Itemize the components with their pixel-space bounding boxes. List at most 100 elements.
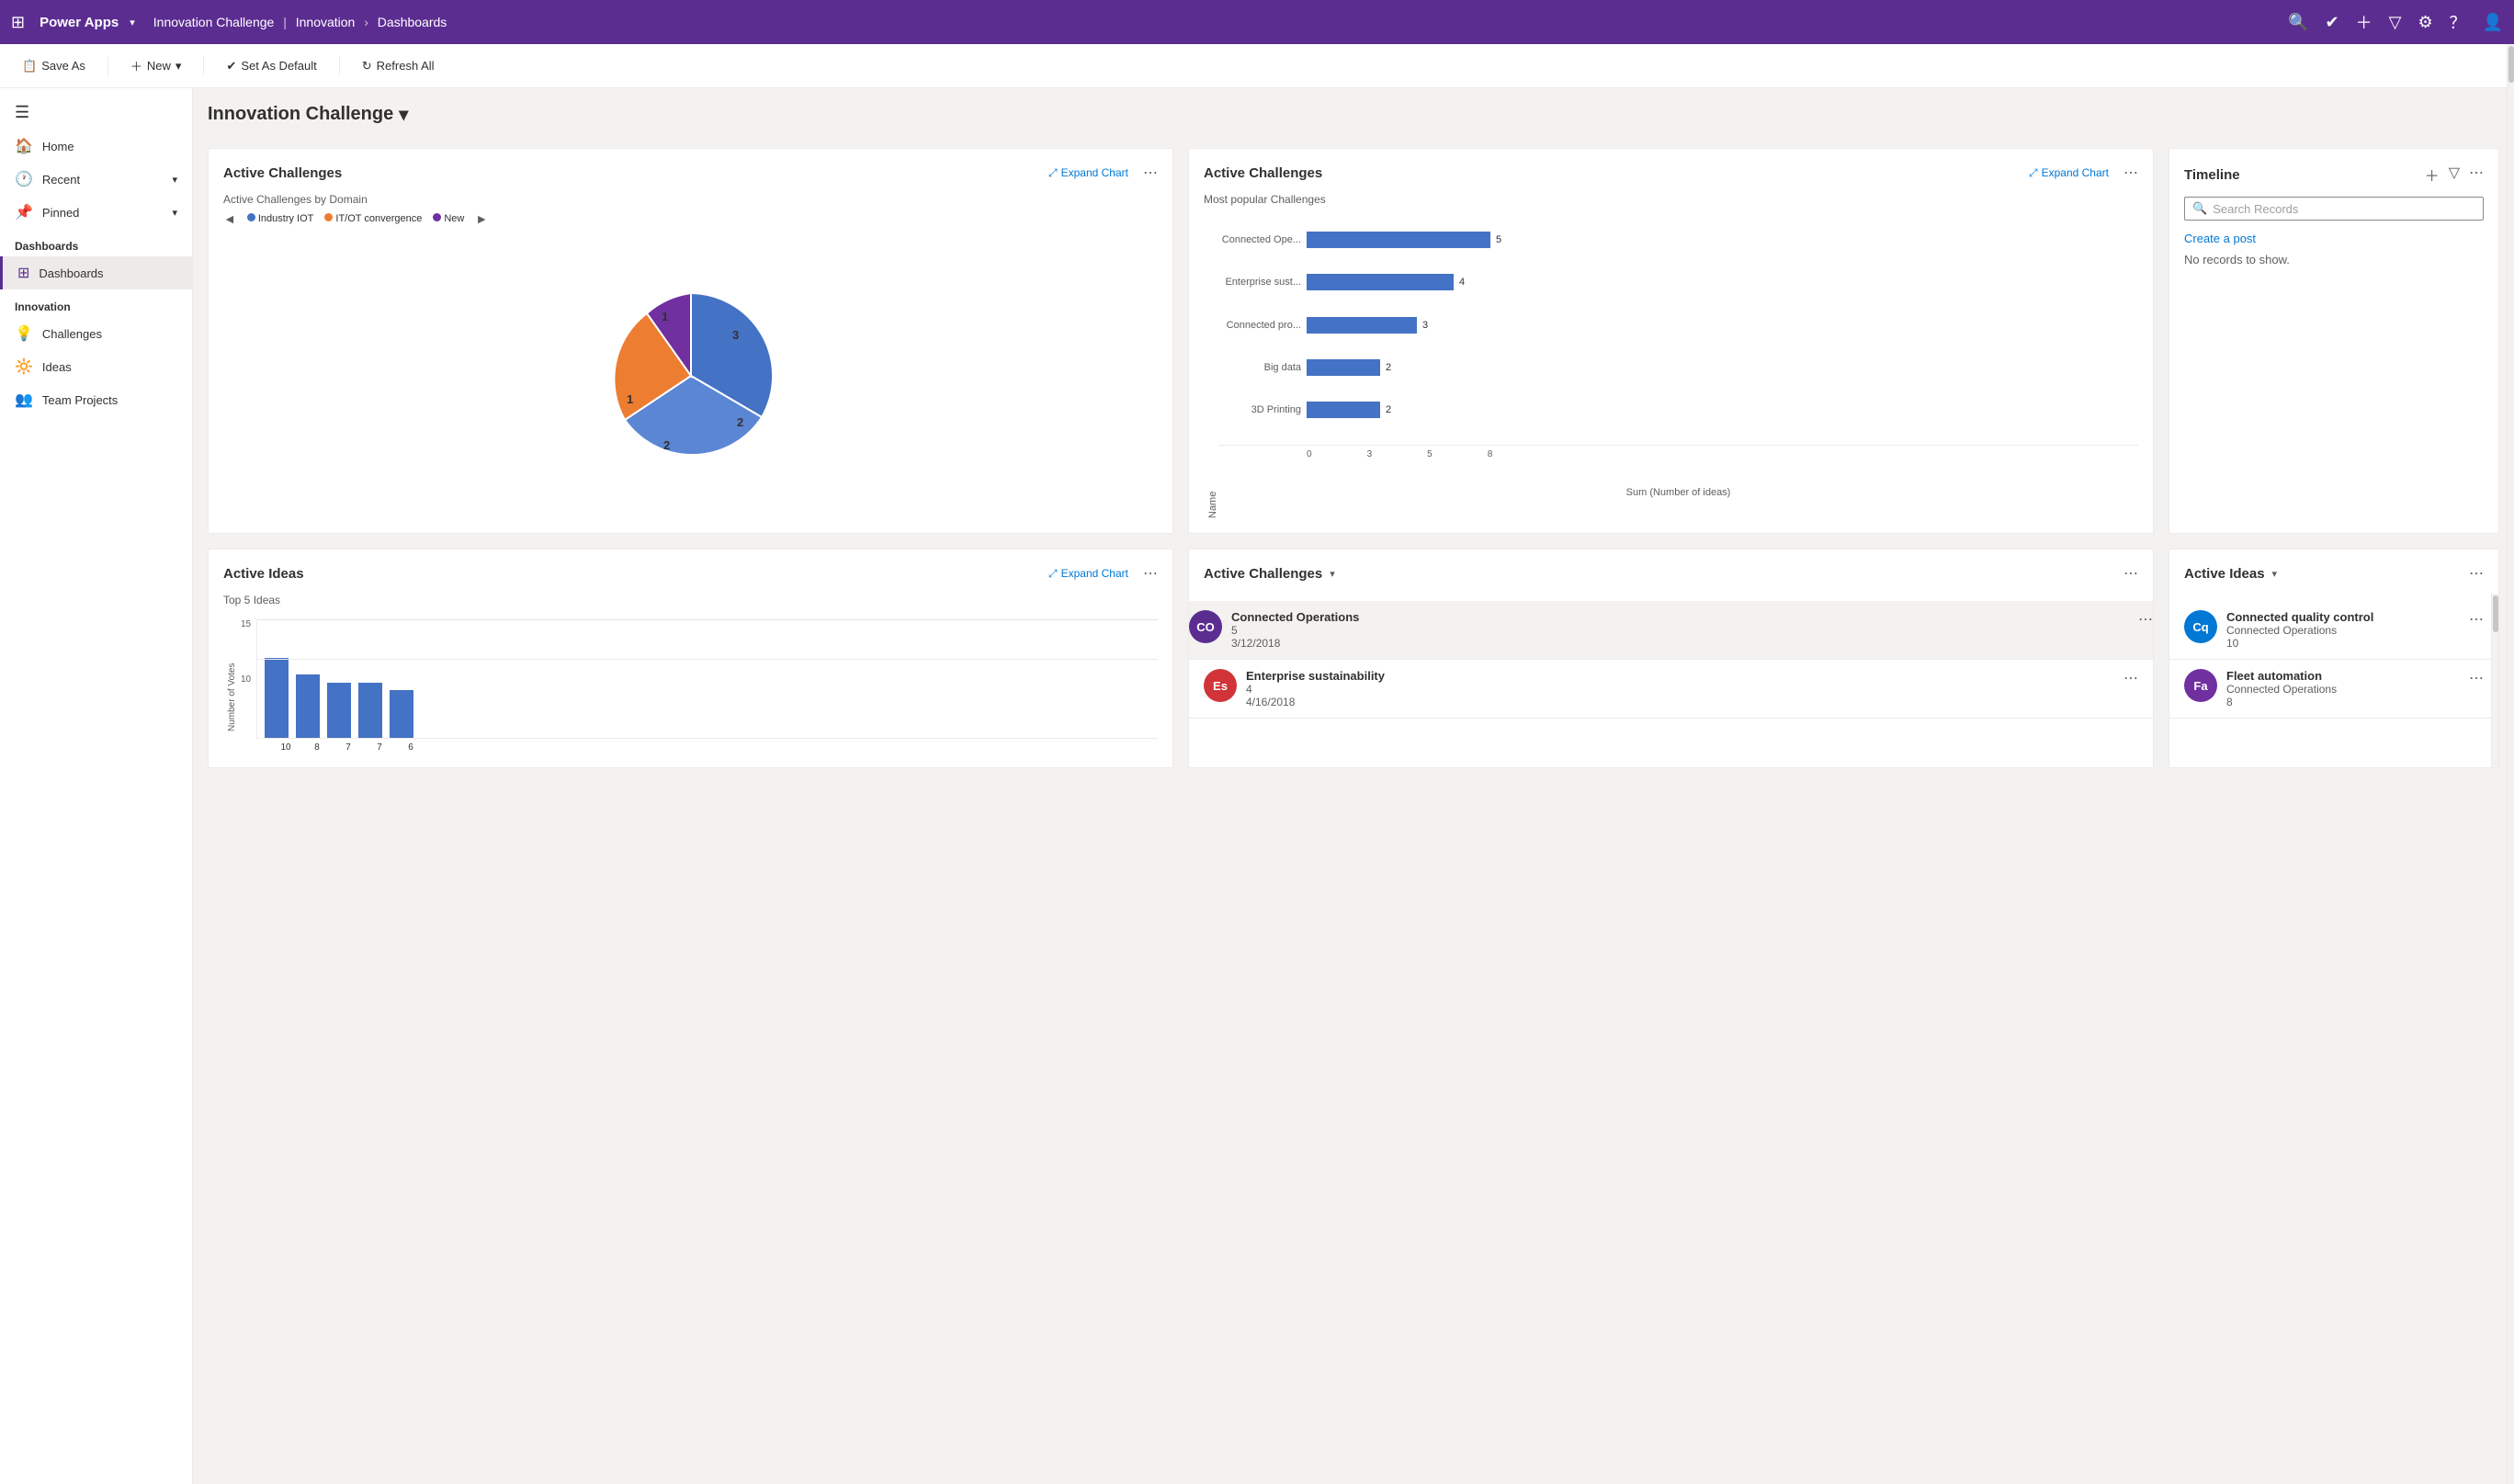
expand-icon3: ⤢ xyxy=(1048,567,1058,581)
check-icon[interactable]: ✔ xyxy=(2326,13,2339,32)
filter-icon[interactable]: ▽ xyxy=(2389,13,2402,32)
bar-fill xyxy=(1307,359,1380,376)
check-icon: ✔ xyxy=(226,59,236,74)
top-nav: ⊞ Power Apps ▾ Innovation Challenge | In… xyxy=(0,0,2514,44)
card3-header: Timeline ＋ ▽ ⋯ xyxy=(2184,164,2484,186)
list-item[interactable]: CO Connected Operations 5 3/12/2018 ⋯ xyxy=(1188,601,2154,660)
help-icon[interactable]: ？ xyxy=(2450,10,2466,34)
card5-more-button[interactable]: ⋯ xyxy=(2123,564,2138,583)
top-grid: Active Challenges ⤢ Expand Chart ⋯ Activ… xyxy=(208,148,2499,534)
bar-x-axis: 0358 xyxy=(1218,445,2138,459)
card1-expand-button[interactable]: ⤢ Expand Chart xyxy=(1048,166,1128,180)
sidebar: ☰ 🏠 Home 🕐 Recent ▾ 📌 Pinned ▾ Dashboard… xyxy=(0,88,193,1484)
card4-more-button[interactable]: ⋯ xyxy=(1143,564,1158,583)
list-item-title: Fleet automation xyxy=(2226,669,2460,683)
create-post-link[interactable]: Create a post xyxy=(2184,232,2484,245)
plus-icon: ＋ xyxy=(130,57,142,74)
list-item-sub2: 4/16/2018 xyxy=(1246,696,2114,708)
sidebar-item-challenges[interactable]: 💡 Challenges xyxy=(0,317,192,350)
list-item-content: Connected Operations 5 3/12/2018 xyxy=(1231,610,2129,650)
bar-col xyxy=(265,658,289,738)
sidebar-item-recent[interactable]: 🕐 Recent ▾ xyxy=(0,163,192,196)
legend-prev-icon[interactable]: ◄ xyxy=(223,211,236,226)
card4-header: Active Ideas ⤢ Expand Chart ⋯ xyxy=(223,564,1158,583)
timeline-search[interactable]: 🔍 Search Records xyxy=(2184,197,2484,221)
waffle-icon[interactable]: ⊞ xyxy=(11,13,25,32)
page-title-chevron-icon[interactable]: ▾ xyxy=(399,103,408,126)
sidebar-item-team-projects[interactable]: 👥 Team Projects xyxy=(0,383,192,416)
card1-more-button[interactable]: ⋯ xyxy=(1143,164,1158,182)
card6-more-button[interactable]: ⋯ xyxy=(2469,564,2484,583)
active-challenges-pie-card: Active Challenges ⤢ Expand Chart ⋯ Activ… xyxy=(208,148,1173,534)
bar-col xyxy=(390,690,413,738)
svg-text:2: 2 xyxy=(737,415,743,429)
bar-row: 3D Printing 2 xyxy=(1218,402,2138,418)
add-icon[interactable]: ＋ xyxy=(2356,10,2372,34)
timeline-add-icon[interactable]: ＋ xyxy=(2425,164,2440,186)
sidebar-item-home[interactable]: 🏠 Home xyxy=(0,130,192,163)
list-item-sub2: 3/12/2018 xyxy=(1231,637,2129,650)
ideas-y-ticks: 1510 xyxy=(237,619,1158,741)
bar-y-axis-label: Name xyxy=(1204,211,1218,518)
challenges-icon: 💡 xyxy=(15,324,33,343)
app-chevron-icon[interactable]: ▾ xyxy=(130,17,135,28)
svg-text:3: 3 xyxy=(732,328,739,342)
bar-fill xyxy=(1307,402,1380,418)
bar-col xyxy=(296,674,320,738)
timeline-more-icon[interactable]: ⋯ xyxy=(2469,164,2484,186)
list-item-content: Fleet automation Connected Operations 8 xyxy=(2226,669,2460,708)
list-item-title: Enterprise sustainability xyxy=(1246,669,2114,683)
avatar-es: Es xyxy=(1204,669,1237,702)
ideas-y-axis-label: Number of Votes xyxy=(223,624,237,753)
card4-expand-button[interactable]: ⤢ Expand Chart xyxy=(1048,567,1128,581)
sidebar-hamburger[interactable]: ☰ xyxy=(0,96,192,130)
set-default-button[interactable]: ✔ Set As Default xyxy=(219,55,323,77)
sidebar-item-ideas[interactable]: 🔆 Ideas xyxy=(0,350,192,383)
toolbar-divider2 xyxy=(203,57,204,75)
content-area: Innovation Challenge ▾ Active Challenges… xyxy=(193,88,2514,1484)
bar-value: 4 xyxy=(1459,277,1465,288)
list-item[interactable]: Cq Connected quality control Connected O… xyxy=(2169,601,2498,660)
save-as-button[interactable]: 📋 Save As xyxy=(15,55,93,77)
timeline-filter-icon[interactable]: ▽ xyxy=(2449,164,2460,186)
user-icon[interactable]: 👤 xyxy=(2483,13,2503,32)
card2-more-button[interactable]: ⋯ xyxy=(2123,164,2138,182)
svg-text:1: 1 xyxy=(627,392,633,406)
bar-row: Connected pro... 3 xyxy=(1218,317,2138,334)
list-item-sub1: 4 xyxy=(1246,683,2114,696)
refresh-icon: ↻ xyxy=(362,59,372,74)
card1-subtitle: Active Challenges by Domain xyxy=(223,193,1158,206)
card5-chevron-icon[interactable]: ▾ xyxy=(1330,568,1335,580)
card2-expand-button[interactable]: ⤢ Expand Chart xyxy=(2029,166,2109,180)
scrollbar2[interactable] xyxy=(2491,594,2498,767)
card6-chevron-icon[interactable]: ▾ xyxy=(2272,568,2278,580)
timeline-icons: ＋ ▽ ⋯ xyxy=(2425,164,2484,186)
sidebar-item-dashboards[interactable]: ⊞ Dashboards xyxy=(0,256,192,289)
refresh-all-button[interactable]: ↻ Refresh All xyxy=(355,55,442,77)
search-icon: 🔍 xyxy=(2192,201,2207,216)
active-ideas-list-card: Active Ideas ▾ ⋯ Cq Connected quality co… xyxy=(2169,549,2499,768)
recent-icon: 🕐 xyxy=(15,170,33,188)
list-item[interactable]: Fa Fleet automation Connected Operations… xyxy=(2169,660,2498,719)
list-item-more-button[interactable]: ⋯ xyxy=(2469,610,2484,629)
list-item-more-button[interactable]: ⋯ xyxy=(2123,669,2138,687)
list-item-more-button[interactable]: ⋯ xyxy=(2469,669,2484,687)
new-button[interactable]: ＋ New ▾ xyxy=(123,53,189,78)
search-icon[interactable]: 🔍 xyxy=(2288,13,2308,32)
legend-next-icon[interactable]: ► xyxy=(475,211,488,226)
team-projects-icon: 👥 xyxy=(15,391,33,409)
bar-value: 2 xyxy=(1386,362,1391,373)
card6-header: Active Ideas ▾ ⋯ xyxy=(2169,549,2498,590)
active-challenges-list-card: Active Challenges ▾ ⋯ CO Connected Opera… xyxy=(1188,549,2154,768)
settings-icon[interactable]: ⚙ xyxy=(2418,13,2432,32)
card5-header: Active Challenges ▾ ⋯ xyxy=(1189,549,2153,590)
card3-title: Timeline xyxy=(2184,167,2240,183)
card4-title: Active Ideas xyxy=(223,566,304,582)
list-item[interactable]: Es Enterprise sustainability 4 4/16/2018… xyxy=(1189,660,2153,719)
new-chevron-icon: ▾ xyxy=(176,59,182,74)
bar-row: Connected Ope... 5 xyxy=(1218,232,2138,248)
list-item-more-button[interactable]: ⋯ xyxy=(2138,610,2153,629)
bar-label: 3D Printing xyxy=(1218,404,1301,415)
sidebar-item-pinned[interactable]: 📌 Pinned ▾ xyxy=(0,196,192,229)
ideas-bar-chart: Number of Votes 1510 xyxy=(223,612,1158,753)
